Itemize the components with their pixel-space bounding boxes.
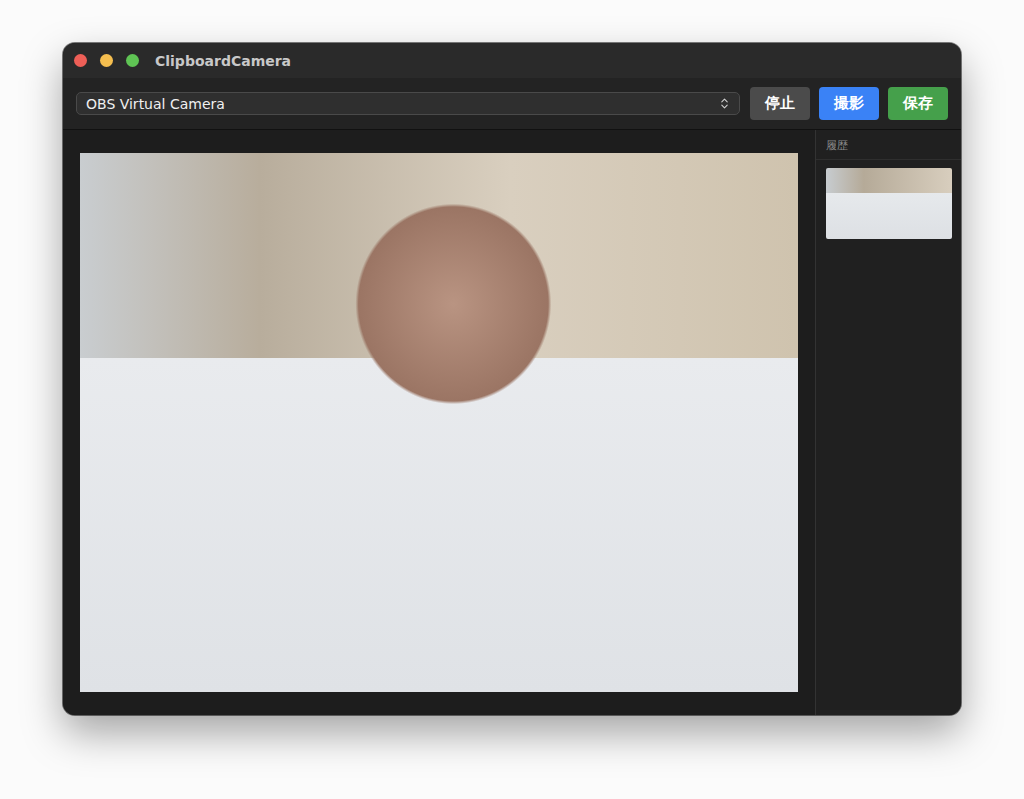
desktop: ClipboardCamera OBS Virtual Camera 停止撮影保存履… [0, 0, 1024, 799]
app-window: ClipboardCamera OBS Virtual Camera 停止撮影保存履… [63, 43, 961, 715]
toolbar: OBS Virtual Camera 停止撮影保存 [63, 78, 961, 130]
history-sidebar: 履歴 [815, 130, 961, 715]
camera-preview [80, 153, 798, 692]
camera-select-value: OBS Virtual Camera [86, 96, 225, 112]
camera-select[interactable]: OBS Virtual Camera [76, 92, 740, 115]
preview-panel [63, 130, 815, 715]
chevron-up-down-icon [718, 97, 731, 110]
content: 履歴 [63, 130, 961, 715]
toolbar-button[interactable]: 撮影 [819, 87, 879, 120]
history-title: 履歴 [816, 130, 961, 160]
history-thumbnail[interactable] [826, 168, 952, 239]
window-title: ClipboardCamera [155, 53, 291, 69]
toolbar-button[interactable]: 停止 [750, 87, 810, 120]
minimize-button[interactable] [100, 54, 113, 67]
close-button[interactable] [74, 54, 87, 67]
toolbar-button[interactable]: 保存 [888, 87, 948, 120]
history-list [816, 160, 961, 247]
title-bar: ClipboardCamera [63, 43, 961, 78]
zoom-button[interactable] [126, 54, 139, 67]
window-controls [74, 54, 139, 67]
